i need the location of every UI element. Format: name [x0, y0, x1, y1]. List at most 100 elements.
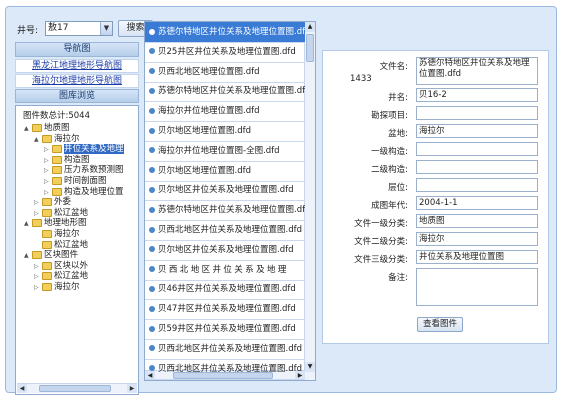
- expand-toggle-icon[interactable]: ▲: [24, 123, 31, 134]
- tree-horizontal-scrollbar[interactable]: ◀ ▶: [17, 383, 137, 393]
- chevron-down-icon[interactable]: ▼: [100, 22, 112, 35]
- tree-node[interactable]: ▲ 地质图: [24, 123, 70, 134]
- field-value-input[interactable]: [416, 142, 538, 156]
- list-vertical-scrollbar[interactable]: ▲ ▼: [304, 22, 315, 380]
- folder-icon: [32, 124, 42, 132]
- file-list-item[interactable]: 贝25井区井位关系及地理位置图.dfd: [145, 42, 305, 63]
- file-list-item[interactable]: 贝尔地区地理位置图.dfd: [145, 161, 305, 182]
- scroll-down-icon[interactable]: ▼: [305, 362, 315, 372]
- field-value-input[interactable]: 2004-1-1: [416, 196, 538, 210]
- tree-node[interactable]: ▷ 构造及地理位置: [44, 187, 124, 198]
- folder-icon: [52, 155, 62, 164]
- file-name: 贝西北地区井位关系及地理位置图.dfd: [158, 363, 302, 374]
- file-list-item[interactable]: 苏德尔特地区井位关系及地理位置图.dfd: [145, 81, 305, 103]
- expand-toggle-icon[interactable]: ▷: [44, 187, 51, 198]
- file-list-item[interactable]: 贝西北地区井位关系及地理位置图.dfd: [145, 339, 305, 360]
- field-value-input[interactable]: 地质图: [416, 214, 538, 228]
- file-list-item[interactable]: 贝西北地区井位关系及地理: [145, 260, 305, 281]
- total-count: 图件数总计:5044: [23, 111, 90, 121]
- file-list-item[interactable]: 贝西北地区井位关系及地理位置图.dfd: [145, 220, 305, 241]
- expand-toggle-icon[interactable]: ▷: [44, 165, 51, 176]
- tree-node[interactable]: ▲ 区块图件: [24, 250, 78, 261]
- folder-icon: [42, 198, 52, 207]
- file-name: 贝尔地区井位关系及地理位置图.dfd: [158, 185, 294, 196]
- tree-node[interactable]: ▲ 地理地形图: [24, 218, 87, 229]
- file-list-item[interactable]: 海拉尔井位地理位置图.dfd: [145, 101, 305, 123]
- well-select[interactable]: 敖17 ▼: [45, 21, 113, 36]
- expand-toggle-icon[interactable]: ▲: [24, 250, 31, 261]
- field-value-input[interactable]: [416, 178, 538, 192]
- expand-toggle-icon[interactable]: ▷: [34, 282, 41, 293]
- tree-node[interactable]: 松辽盆地: [34, 240, 88, 251]
- tree-node-label: 区块图件: [44, 250, 79, 261]
- folder-icon: [52, 187, 62, 196]
- left-panel: 井号: 敖17 ▼ 搜索 导航图 黑龙江地理地形导航图 海拉尔地理地形导航图 图…: [15, 18, 153, 395]
- expand-toggle-icon[interactable]: ▷: [34, 197, 41, 208]
- tree-node[interactable]: ▷ 海拉尔: [34, 282, 80, 293]
- file-list-item[interactable]: 贝尔地区地理位置图.dfd: [145, 121, 305, 142]
- view-drawing-button[interactable]: 查看图件: [417, 317, 463, 332]
- expand-toggle-icon[interactable]: ▷: [34, 261, 41, 272]
- tree-node[interactable]: 海拉尔: [34, 229, 80, 240]
- field-value-input[interactable]: [416, 160, 538, 174]
- file-list-item[interactable]: 贝西北地区井位关系及地理位置图.dfd: [145, 359, 305, 380]
- nav-link-hailaer[interactable]: 海拉尔地理地形导航图: [15, 74, 139, 88]
- field-value-input[interactable]: 苏德尔特地区井位关系及地理位置图.dfd: [416, 57, 538, 85]
- expand-toggle-icon[interactable]: ▷: [44, 155, 51, 166]
- scroll-right-icon[interactable]: ▶: [127, 384, 137, 393]
- tree-node[interactable]: ▷ 外委: [34, 197, 71, 208]
- expand-toggle-icon[interactable]: ▲: [34, 134, 41, 145]
- scroll-thumb[interactable]: [306, 34, 314, 62]
- folder-icon: [52, 166, 62, 175]
- file-name: 贝尔地区井位关系及地理位置图.dfd: [158, 244, 294, 255]
- file-name: 贝尔地区地理位置图.dfd: [158, 126, 251, 136]
- expand-toggle-icon[interactable]: ▷: [34, 208, 41, 219]
- expand-toggle-icon[interactable]: ▷: [44, 176, 51, 187]
- folder-icon: [42, 134, 52, 143]
- bullet-icon: [149, 48, 155, 55]
- tree-node[interactable]: ▷ 时间剖面图: [44, 176, 107, 187]
- scroll-left-icon[interactable]: ◀: [17, 384, 27, 393]
- field-value-input[interactable]: 贝16-2: [416, 88, 538, 102]
- scroll-thumb[interactable]: [39, 385, 111, 392]
- tree-node-label: 井位关系及地理: [64, 144, 124, 155]
- file-list-item[interactable]: 贝59井区井位关系及地理位置图.dfd: [145, 319, 305, 340]
- file-name: 苏德尔特地区井位关系及地理位置图.dfd: [158, 86, 305, 97]
- field-value-input[interactable]: [416, 106, 538, 120]
- field-label: 一级构造:: [371, 147, 408, 157]
- tree-node[interactable]: ▷ 松辽盆地: [34, 271, 88, 282]
- file-list-item[interactable]: 贝46井区井位关系及地理位置图.dfd: [145, 279, 305, 301]
- field-value-input[interactable]: 海拉尔: [416, 232, 538, 246]
- tree-node[interactable]: ▲ 海拉尔: [34, 134, 80, 145]
- tree-node-label: 松辽盆地: [54, 271, 89, 282]
- scroll-up-icon[interactable]: ▲: [305, 22, 315, 32]
- tree-node-label: 地理地形图: [44, 218, 87, 229]
- folder-icon: [52, 177, 62, 185]
- tree-node[interactable]: ▷ 压力系数预测图: [44, 165, 124, 176]
- file-list-item[interactable]: 贝尔地区井位关系及地理位置图.dfd: [145, 240, 305, 261]
- bullet-icon: [149, 147, 155, 154]
- expand-toggle-icon[interactable]: ▷: [44, 144, 51, 155]
- tree-node[interactable]: ▷ 井位关系及地理: [44, 144, 124, 155]
- expand-toggle-icon[interactable]: ▷: [34, 271, 41, 282]
- bullet-icon: [149, 266, 155, 273]
- file-list-item[interactable]: 贝47井区井位关系及地理位置图.dfd: [145, 299, 305, 321]
- field-value-input[interactable]: 井位关系及地理位置图: [416, 250, 538, 264]
- expand-toggle-icon[interactable]: ▲: [24, 218, 31, 229]
- file-list-item[interactable]: 苏德尔特地区井位关系及地理位置图.dfd: [145, 200, 305, 222]
- tree-node-label: 时间剖面图: [64, 176, 107, 186]
- file-name: 贝59井区井位关系及地理位置图.dfd: [158, 324, 296, 334]
- file-list-item[interactable]: 贝西北地区地理位置图.dfd: [145, 62, 305, 83]
- well-select-value: 敖17: [48, 23, 69, 33]
- bullet-icon: [149, 206, 155, 213]
- field-label: 二级构造:: [371, 165, 408, 175]
- field-label: 层位:: [388, 183, 408, 193]
- nav-link-heilongjiang[interactable]: 黑龙江地理地形导航图: [15, 59, 139, 73]
- file-list-item[interactable]: 苏德尔特地区井位关系及地理位置图.dfd: [145, 22, 305, 43]
- field-value-input[interactable]: [416, 268, 538, 306]
- field-value-input[interactable]: 海拉尔: [416, 124, 538, 138]
- file-name: 贝西北地区井位关系及地理位置图.dfd: [158, 225, 302, 235]
- file-list-item[interactable]: 贝尔地区井位关系及地理位置图.dfd: [145, 180, 305, 202]
- file-list-item[interactable]: 海拉尔井位地理位置图-全图.dfd: [145, 141, 305, 162]
- bullet-icon: [149, 226, 155, 233]
